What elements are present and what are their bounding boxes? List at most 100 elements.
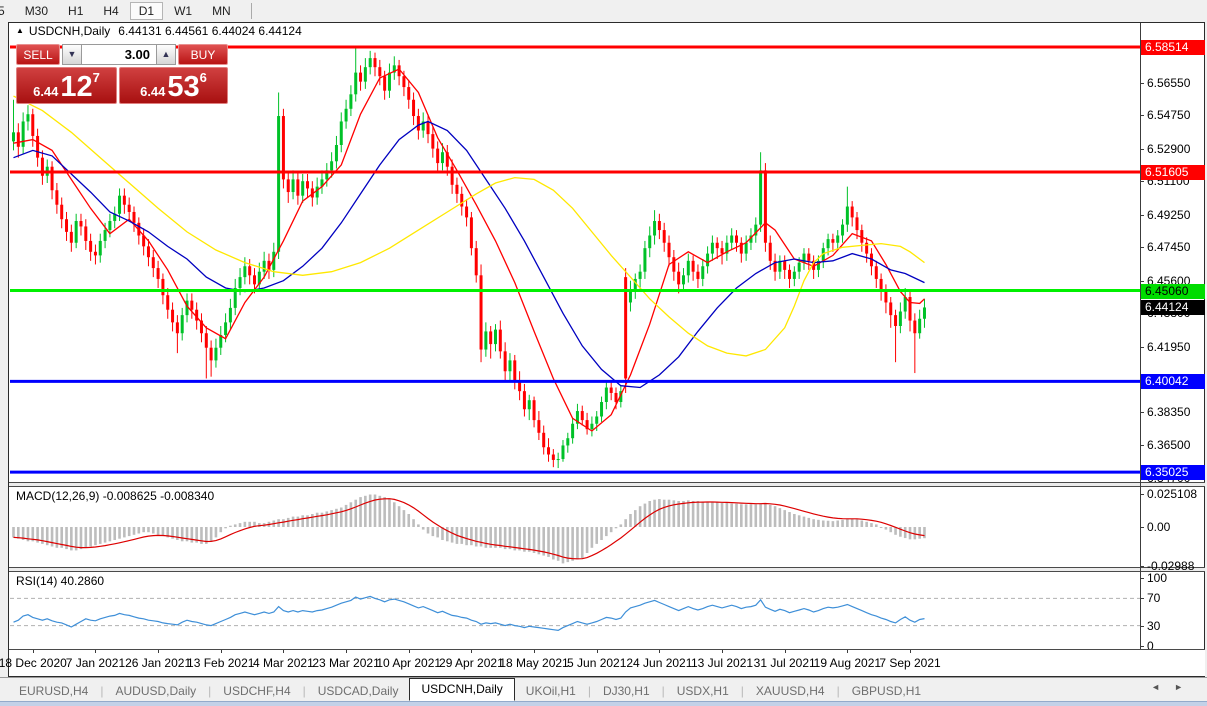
- chart-tab-gbpusd[interactable]: GBPUSD,H1: [841, 680, 932, 701]
- timeframe-toolbar: 5M30H1H4D1W1MN: [0, 0, 1207, 22]
- timeframe-button-w1[interactable]: W1: [165, 2, 201, 20]
- price-axis-line: [1140, 23, 1141, 649]
- price-tick-label: 6.52900: [1147, 142, 1190, 156]
- price-level-badge: 6.58514: [1141, 40, 1205, 55]
- price-tick-dash: [1140, 215, 1144, 216]
- current-price-badge: 6.44124: [1141, 300, 1205, 315]
- buy-price-button[interactable]: 6.44 53 6: [119, 67, 228, 104]
- chart-tab-xauusd[interactable]: XAUUSD,H4: [745, 680, 836, 701]
- price-tick-dash: [1140, 281, 1144, 282]
- price-tick-dash: [1140, 83, 1144, 84]
- time-label: 31 Jul 2021: [749, 656, 821, 670]
- rsi-indicator-label: RSI(14) 40.2860: [16, 574, 104, 588]
- sell-button[interactable]: SELL: [16, 44, 60, 65]
- chart-tab-usdx[interactable]: USDX,H1: [666, 680, 740, 701]
- rsi-tick-label: 70: [1147, 591, 1160, 605]
- chart-tab-audusd[interactable]: AUDUSD,Daily: [104, 680, 207, 701]
- rsi-pane[interactable]: [10, 572, 1140, 649]
- chart-tab-eurusd[interactable]: EURUSD,H4: [8, 680, 99, 701]
- volume-increase-button[interactable]: ▲: [156, 44, 176, 65]
- toolbar-separator: [251, 3, 252, 19]
- chart-tab-bar: EURUSD,H4|AUDUSD,Daily|USDCHF,H4|USDCAD,…: [0, 677, 1207, 701]
- time-tick: [409, 650, 410, 653]
- time-tick: [785, 650, 786, 653]
- price-tick-dash: [1140, 247, 1144, 248]
- volume-decrease-button[interactable]: ▼: [62, 44, 82, 65]
- time-label: 10 Apr 2021: [373, 656, 445, 670]
- price-tick-label: 6.41950: [1147, 340, 1190, 354]
- mt4-terminal: 5M30H1H4D1W1MN ▲ USDCNH,Daily 6.44131 6.44…: [0, 0, 1207, 706]
- time-label: 13 Jul 2021: [686, 656, 758, 670]
- timeframe-button-d1[interactable]: D1: [130, 2, 163, 20]
- buy-price-prefix: 6.44: [140, 84, 165, 100]
- ma-fast: [14, 69, 925, 431]
- time-tick: [597, 650, 598, 653]
- chart-tab-ukoil[interactable]: UKOil,H1: [515, 680, 587, 701]
- tab-scroll-arrows: ◄►: [1151, 682, 1197, 692]
- time-tick: [847, 650, 848, 653]
- time-label: 7 Jan 2021: [59, 656, 131, 670]
- ma-mid: [14, 122, 925, 388]
- tab-scroll-left-icon[interactable]: ◄: [1151, 682, 1174, 692]
- timeframe-button-m30[interactable]: M30: [16, 2, 57, 20]
- price-tick-label: 6.54750: [1147, 108, 1190, 122]
- chart-tab-dj30[interactable]: DJ30,H1: [592, 680, 661, 701]
- price-tick-dash: [1140, 412, 1144, 413]
- time-tick: [534, 650, 535, 653]
- time-label: 13 Feb 2021: [185, 656, 257, 670]
- timeframe-button-h4[interactable]: H4: [94, 2, 127, 20]
- chart-tab-usdchf[interactable]: USDCHF,H4: [212, 680, 301, 701]
- time-label: 29 Apr 2021: [435, 656, 507, 670]
- tab-scroll-right-icon[interactable]: ►: [1174, 682, 1197, 692]
- time-label: 23 Mar 2021: [310, 656, 382, 670]
- price-level-badge: 6.40042: [1141, 374, 1205, 389]
- time-label: 7 Sep 2021: [874, 656, 946, 670]
- sell-price-sup: 7: [93, 70, 100, 86]
- price-level-badge: 6.35025: [1141, 465, 1205, 480]
- chart-tab-usdcnh[interactable]: USDCNH,Daily: [409, 678, 514, 701]
- volume-input[interactable]: 3.00: [81, 44, 157, 65]
- timeframe-button-mn[interactable]: MN: [203, 2, 240, 20]
- time-tick: [283, 650, 284, 653]
- buy-price-sup: 6: [200, 70, 207, 86]
- chart-symbol-label: USDCNH,Daily: [29, 24, 110, 38]
- chart-title: ▲ USDCNH,Daily 6.44131 6.44561 6.44024 6.4…: [16, 24, 302, 38]
- time-tick: [346, 650, 347, 653]
- time-label: 19 Aug 2021: [811, 656, 883, 670]
- chevron-down-icon: ▼: [68, 49, 77, 59]
- time-tick: [659, 650, 660, 653]
- macd-tick-label: 0.025108: [1147, 487, 1197, 501]
- macd-tick-dash: [1140, 494, 1144, 495]
- timeframe-button-h1[interactable]: H1: [59, 2, 92, 20]
- macd-signal-line: [14, 499, 925, 559]
- price-tick-label: 6.38350: [1147, 405, 1190, 419]
- macd-tick-dash: [1140, 566, 1144, 567]
- collapse-triangle-icon[interactable]: ▲: [16, 26, 24, 35]
- chevron-up-icon: ▲: [162, 49, 171, 59]
- price-tick-label: 6.56550: [1147, 76, 1190, 90]
- macd-tick-label: 0.00: [1147, 520, 1170, 534]
- time-tick: [221, 650, 222, 653]
- rsi-tick-label: 30: [1147, 619, 1160, 633]
- time-label: 4 Mar 2021: [247, 656, 319, 670]
- time-label: 26 Jan 2021: [122, 656, 194, 670]
- sell-price-prefix: 6.44: [33, 84, 58, 100]
- buy-button[interactable]: BUY: [178, 44, 228, 65]
- chart-tab-usdcad[interactable]: USDCAD,Daily: [307, 680, 410, 701]
- time-label: 24 Jun 2021: [623, 656, 695, 670]
- time-label: 18 May 2021: [498, 656, 570, 670]
- chart-ohlc-values: 6.44131 6.44561 6.44024 6.44124: [118, 24, 302, 38]
- time-tick: [158, 650, 159, 653]
- price-tick-label: 6.36500: [1147, 438, 1190, 452]
- timeframe-button-5[interactable]: 5: [0, 2, 14, 20]
- macd-indicator-label: MACD(12,26,9) -0.008625 -0.008340: [16, 489, 214, 503]
- rsi-tick-dash: [1140, 626, 1144, 627]
- rsi-tick-dash: [1140, 578, 1144, 579]
- price-tick-dash: [1140, 115, 1144, 116]
- window-bottom-edge: [0, 701, 1207, 706]
- price-tick-dash: [1140, 149, 1144, 150]
- price-tick-dash: [1140, 445, 1144, 446]
- price-level-badge: 6.45060: [1141, 284, 1205, 299]
- ma-slow: [14, 96, 925, 356]
- sell-price-button[interactable]: 6.44 12 7: [16, 67, 117, 104]
